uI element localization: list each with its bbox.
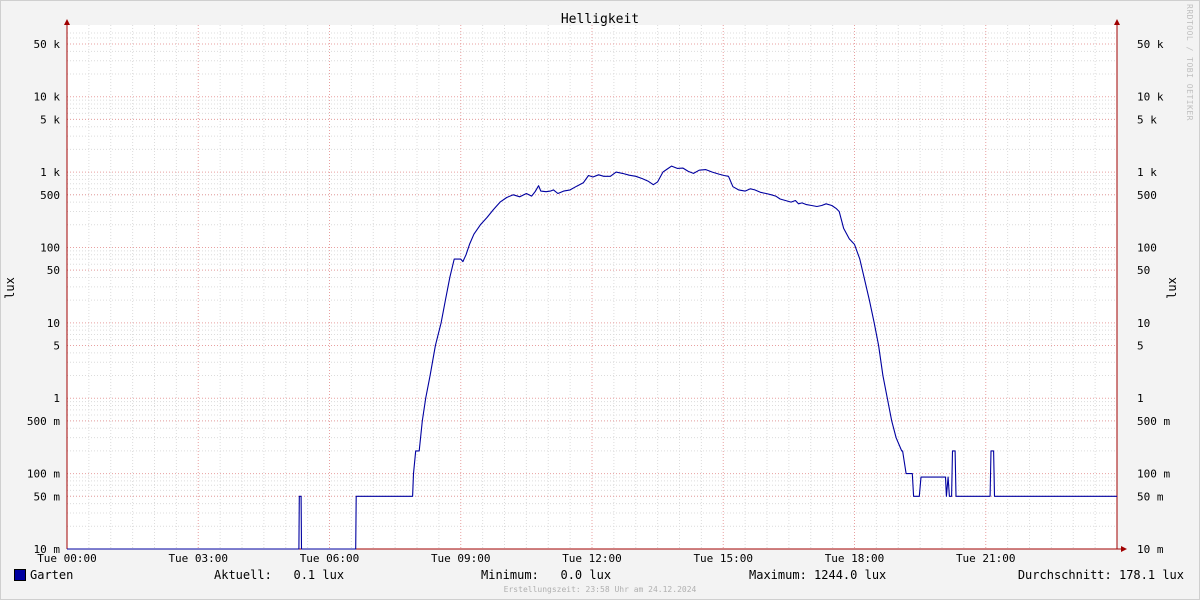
legend-swatch-garten <box>14 569 26 581</box>
y-tick-label-left: 500 <box>40 189 60 202</box>
y-tick-label-left: 10 k <box>34 91 61 104</box>
x-tick-label: Tue 21:00 <box>956 552 1016 565</box>
y-axis-label-left: lux <box>3 277 17 299</box>
y-tick-label-right: 5 <box>1137 340 1144 353</box>
y-tick-label-left: 1 <box>53 392 60 405</box>
y-tick-label-left: 50 m <box>34 490 61 503</box>
brightness-chart: 10 m 50 m 100 m 500 m 1 5 10 50 100 500 1 k 5 k 10 k… <box>3 12 1179 565</box>
y-tick-label-left: 10 <box>47 317 60 330</box>
y-tick-label-left: 50 <box>47 264 60 277</box>
y-axis-arrow-left <box>64 19 70 25</box>
y-tick-label-right: 1 k <box>1137 166 1157 179</box>
y-tick-label-left: 500 m <box>27 415 60 428</box>
y-tick-label-left: 5 <box>53 340 60 353</box>
stat-current: Aktuell: 0.1 lux <box>214 568 345 582</box>
y-tick-label-right: 10 <box>1137 317 1150 330</box>
chart-title: Helligkeit <box>561 12 639 27</box>
x-tick-labels: Tue 00:00 Tue 03:00 Tue 06:00 Tue 09:00 Tue … <box>37 552 1015 565</box>
x-tick-label: Tue 03:00 <box>168 552 228 565</box>
y-tick-label-left: 5 k <box>40 113 60 126</box>
y-axis-arrow-right <box>1114 19 1120 25</box>
y-tick-label-left: 100 <box>40 241 60 254</box>
stat-minimum: Minimum: 0.0 lux <box>481 568 612 582</box>
rrdtool-watermark: RRDTOOL / TOBI OETIKER <box>1185 4 1194 121</box>
y-tick-label-right: 50 <box>1137 264 1150 277</box>
y-tick-label-right: 10 m <box>1137 543 1164 556</box>
legend: Garten Aktuell: 0.1 lux Minimum: 0.0 lux… <box>0 568 1200 584</box>
y-tick-label-left: 100 m <box>27 468 60 481</box>
y-tick-label-left: 50 k <box>34 38 61 51</box>
creation-timestamp: Erstellungszeit: 23:58 Uhr am 24.12.2024 <box>503 585 697 594</box>
y-tick-label-left: 1 k <box>40 166 60 179</box>
x-axis-arrow <box>1121 546 1127 552</box>
stat-average: Durchschnitt: 178.1 lux <box>1017 568 1184 582</box>
y-tick-label-right: 1 <box>1137 392 1144 405</box>
x-tick-label: Tue 12:00 <box>562 552 622 565</box>
legend-series-name: Garten <box>30 568 74 582</box>
y-tick-label-right: 100 <box>1137 241 1157 254</box>
x-tick-label: Tue 00:00 <box>37 552 97 565</box>
y-tick-label-right: 500 <box>1137 189 1157 202</box>
stat-maximum: Maximum: 1244.0 lux <box>749 568 887 582</box>
y-tick-label-right: 10 k <box>1137 91 1164 104</box>
y-tick-label-right: 500 m <box>1137 415 1170 428</box>
x-tick-label: Tue 09:00 <box>431 552 491 565</box>
y-tick-label-right: 100 m <box>1137 468 1170 481</box>
y-tick-label-right: 5 k <box>1137 113 1157 126</box>
x-tick-label: Tue 18:00 <box>825 552 885 565</box>
x-tick-label: Tue 15:00 <box>693 552 753 565</box>
y-tick-labels-left: 10 m50 m100 m500 m1510501005001 k5 k10 k… <box>27 38 60 556</box>
y-axis-label-right: lux <box>1165 277 1179 299</box>
y-tick-label-right: 50 m <box>1137 490 1164 503</box>
x-tick-label: Tue 06:00 <box>300 552 360 565</box>
y-tick-label-right: 50 k <box>1137 38 1164 51</box>
